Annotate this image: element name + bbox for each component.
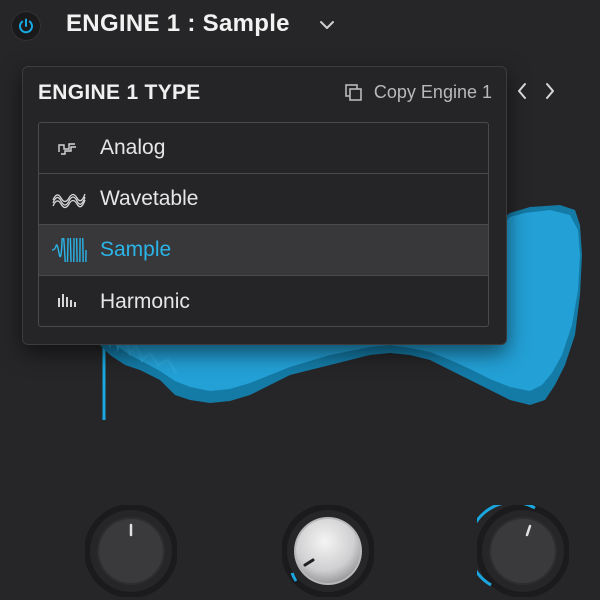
type-item-analog[interactable]: Analog (39, 123, 488, 174)
popup-title: ENGINE 1 TYPE (38, 81, 201, 104)
previous-arrow-icon[interactable] (514, 80, 530, 102)
copy-icon (345, 83, 362, 101)
engine-header: ENGINE 1 : Sample (0, 0, 600, 52)
engine-title[interactable]: ENGINE 1 : Sample (66, 10, 290, 38)
knob-right[interactable] (477, 505, 569, 597)
wavetable-icon (52, 193, 86, 209)
type-label-analog: Analog (100, 136, 166, 159)
analog-icon (58, 143, 76, 155)
harmonic-icon (58, 294, 76, 307)
power-icon (19, 18, 33, 34)
chevron-down-icon[interactable] (318, 16, 336, 34)
engine-type-list: Analog Wavetable Sample Harmonic (38, 122, 489, 327)
knob-left[interactable] (85, 505, 177, 597)
type-label-harmonic: Harmonic (100, 289, 190, 313)
type-item-wavetable[interactable]: Wavetable (39, 174, 488, 225)
sample-icon (51, 238, 87, 262)
next-arrow-icon[interactable] (542, 80, 558, 102)
copy-engine-button[interactable]: Copy Engine 1 (344, 82, 492, 103)
type-item-sample[interactable]: Sample (39, 225, 488, 276)
power-button[interactable] (11, 11, 41, 41)
copy-engine-label: Copy Engine 1 (373, 82, 492, 102)
engine-nav-arrows (514, 80, 558, 102)
type-label-wavetable: Wavetable (100, 187, 199, 210)
type-item-harmonic[interactable]: Harmonic (39, 276, 488, 326)
type-label-sample: Sample (100, 238, 172, 261)
engine-type-popup: ENGINE 1 TYPE Copy Engine 1 Analog Wavet… (22, 66, 507, 345)
knob-center[interactable] (282, 505, 374, 597)
